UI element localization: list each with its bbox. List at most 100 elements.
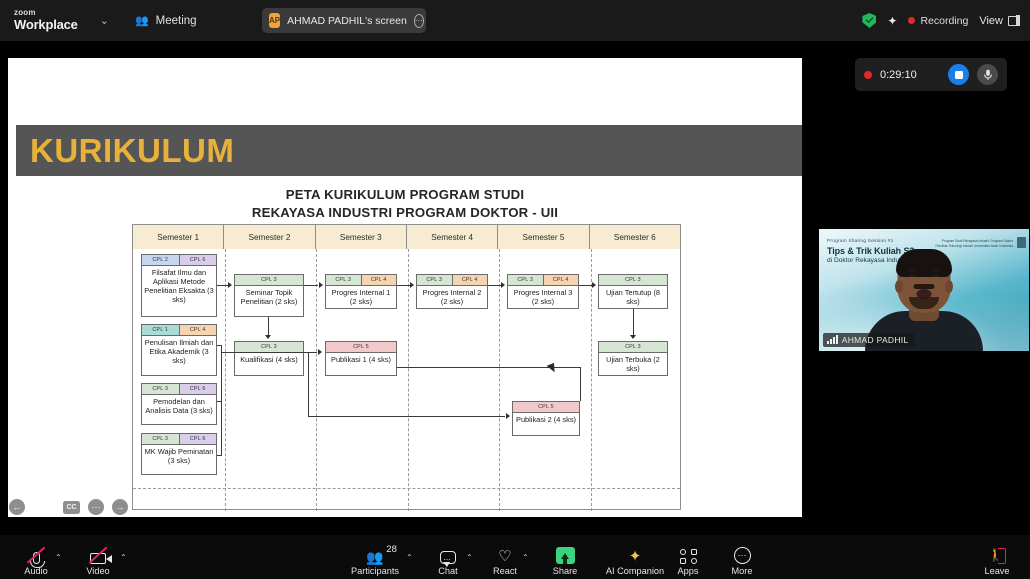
microphone-icon[interactable] [977,64,998,85]
curriculum-map-body: CPL 2 CPL 6 Filsafat Ilmu dan Aplikasi M… [133,249,680,511]
course-name: Progres Internal 2 (2 sks) [422,288,482,307]
semester-header-row: Semester 1 Semester 2 Semester 3 Semeste… [133,225,680,249]
semester-header: Semester 2 [224,225,316,249]
video-button[interactable]: Video [70,545,126,576]
column-divider [316,249,317,511]
university-logo-icon [1017,237,1026,248]
flow-connector [217,455,222,457]
course-name: Progres Internal 3 (2 sks) [513,288,573,307]
cpl-tag-row: CPL 1 CPL 4 [142,325,216,336]
shared-screen-pill[interactable]: AP AHMAD PADHIL's screen ⋯ [262,8,426,33]
chat-label: Chat [438,566,458,576]
course-box[interactable]: CPL 2 CPL 6 Filsafat Ilmu dan Aplikasi M… [141,254,217,317]
course-name: Publikasi 1 (4 sks) [331,355,391,364]
chat-icon: ⋯ [440,545,456,567]
flow-connector [579,285,592,287]
exit-door-glyph: 🚶 [988,548,1006,564]
arrow-head-icon [501,282,505,288]
video-options-caret[interactable]: ⌃ [120,553,127,562]
semester-header: Semester 1 [133,225,225,249]
chat-dots: ⋯ [443,557,451,564]
cpl-tag-row: CPL 3 [235,275,303,286]
door-glyph [998,548,1006,564]
next-slide-button[interactable]: → [112,499,128,515]
cpl-tag: CPL 6 [178,255,216,265]
chevron-down-icon[interactable]: ⌄ [100,14,109,27]
course-box[interactable]: CPL 5 Publikasi 2 (4 sks) [512,401,580,436]
participants-icon: 👥 28 [366,544,397,564]
ai-sparkle-icon: ✦ [629,545,642,564]
tab-meeting[interactable]: 👥 Meeting [135,14,197,28]
chat-options-caret[interactable]: ⌃ [466,553,473,562]
meeting-toolbar: Audio ⌃ Video ⌃ 👥 28 Participants ⌃ ⋯ Ch… [0,535,1030,579]
share-navigation-bar[interactable]: ← CC ⋯ → [5,497,132,517]
arrow-head-icon [410,282,414,288]
cpl-tag: CPL 3 [235,342,303,352]
closed-captions-button[interactable]: CC [63,500,80,514]
more-button[interactable]: ⋯ More [714,545,770,576]
view-button[interactable]: View [979,15,1021,27]
person-ear-left [895,280,903,293]
course-box[interactable]: CPL 3 CPL 6 Pemodelan dan Analisis Data … [141,383,217,425]
screen-options-icon[interactable]: ⋯ [413,13,424,28]
course-box[interactable]: CPL 3 CPL 4 Progres Internal 1 (2 sks) [325,274,397,309]
page-title: PETA KURIKULUM PROGRAM STUDI REKAYASA IN… [8,186,802,222]
column-divider [499,249,500,511]
share-more-button[interactable]: ⋯ [88,499,104,515]
course-box[interactable]: CPL 3 Kualifikasi (4 sks) [234,341,304,376]
course-box[interactable]: CPL 3 Seminar Topik Penelitian (2 sks) [234,274,304,317]
curriculum-map: Semester 1 Semester 2 Semester 3 Semeste… [132,224,681,511]
course-box[interactable]: CPL 3 CPL 4 Progres Internal 3 (2 sks) [507,274,579,309]
leave-button[interactable]: 🚶 Leave [969,545,1025,576]
apps-button[interactable]: Apps [660,545,716,576]
flow-connector [304,285,318,287]
flow-connector [633,309,635,335]
more-label: More [731,566,753,576]
participants-button[interactable]: 👥 28 Participants [347,544,403,576]
recording-control-widget[interactable]: 0:29:10 [855,58,1007,91]
arrow-head-icon [506,413,510,419]
stop-recording-button[interactable] [948,64,969,85]
flow-connector [397,285,410,287]
microphone-muted-icon [26,545,46,568]
column-divider [590,249,592,511]
previous-slide-button[interactable]: ← [9,499,25,515]
share-button[interactable]: Share [537,545,593,576]
course-box[interactable]: CPL 3 CPL 6 MK Wajib Peminatan (3 sks) [141,433,217,475]
react-options-caret[interactable]: ⌃ [522,553,529,562]
background-faculty-line: Fakultas Teknologi Industri Universitas … [935,243,1013,248]
course-name: Penulisan Ilmiah dan Etika Akademik (3 s… [144,338,214,366]
recording-dot-icon [908,17,916,24]
audio-options-caret[interactable]: ⌃ [55,553,62,562]
course-box[interactable]: CPL 1 CPL 4 Penulisan Ilmiah dan Etika A… [141,324,217,376]
course-box[interactable]: CPL 3 Ujian Tertutup (8 sks) [598,274,668,309]
flow-connector [217,401,222,403]
page-title-line1: PETA KURIKULUM PROGRAM STUDI [285,187,525,202]
cpl-tag-row: CPL 3 CPL 4 [417,275,487,286]
video-label: Video [86,566,110,576]
course-box[interactable]: CPL 3 CPL 4 Progres Internal 2 (2 sks) [416,274,488,309]
arrow-head-icon [318,349,322,355]
zoom-wordmark-bottom: Workplace [14,16,78,32]
participant-video-tile[interactable]: Program Sharing Session #1 Tips & Trik K… [819,229,1029,351]
course-box[interactable]: CPL 3 Ujian Terbuka (2 sks) [598,341,668,376]
ai-sparkle-icon[interactable]: ✦ [887,14,897,28]
cpl-tag-row: CPL 5 [513,402,579,413]
participants-options-caret[interactable]: ⌃ [406,553,413,562]
slide-banner-title: KURIKULUM [30,131,235,169]
course-name: MK Wajib Peminatan (3 sks) [144,447,214,466]
arrow-head-icon [265,335,271,339]
encryption-shield-icon[interactable] [862,13,877,28]
flow-connector [580,367,582,401]
shared-screen-region[interactable]: KURIKULUM PETA KURIKULUM PROGRAM STUDI R… [0,41,810,569]
cpl-tag: CPL 6 [178,434,216,444]
course-box[interactable]: CPL 5 Publikasi 1 (4 sks) [325,341,397,376]
recording-indicator[interactable]: Recording [908,15,968,27]
recording-label: Recording [920,14,969,27]
participant-name-tag: AHMAD PADHIL [823,333,915,347]
ellipsis-glyph: ⋯ [733,547,751,564]
cpl-tag: CPL 3 [508,275,543,285]
heart-glyph: ♡ [498,548,512,565]
cpl-tag-row: CPL 2 CPL 6 [142,255,216,266]
course-name: Ujian Tertutup (8 sks) [605,288,661,307]
